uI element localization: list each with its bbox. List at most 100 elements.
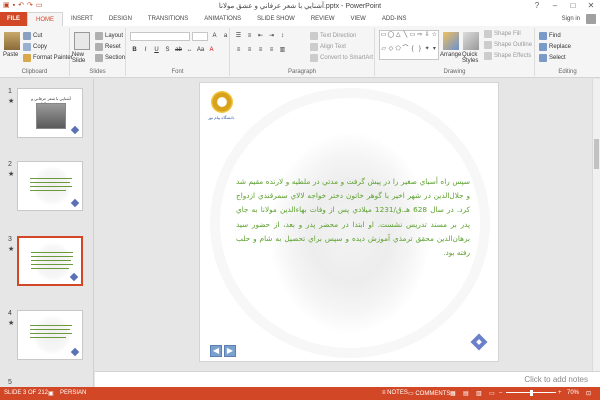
shape-icon[interactable]: ◇ xyxy=(387,45,394,59)
shape-icon[interactable]: ╲ xyxy=(402,31,409,45)
paste-icon[interactable] xyxy=(4,32,20,50)
vertical-scrollbar[interactable] xyxy=(592,79,600,371)
cut-button[interactable]: Cut xyxy=(23,32,42,40)
slide-thumbnail-panel[interactable]: 1 ★ آشنايي با شعر عرفاني و عشق مولانا 2 … xyxy=(0,79,94,387)
find-button[interactable]: Find xyxy=(539,32,561,40)
arrange-button[interactable]: Arrange xyxy=(440,52,461,58)
spellcheck-icon[interactable]: ▣ xyxy=(48,390,54,397)
slideshow-view-icon[interactable]: ▭ xyxy=(489,390,495,397)
shape-icon[interactable]: ☆ xyxy=(431,31,438,45)
new-slide-button[interactable]: New Slide xyxy=(72,52,94,64)
font-name-box[interactable] xyxy=(130,32,190,41)
shape-icon[interactable]: ▭ xyxy=(380,31,387,45)
spacing-icon[interactable]: ↔ xyxy=(185,46,194,55)
align-right-icon[interactable]: ≡ xyxy=(256,46,265,55)
decrease-indent-icon[interactable]: ⇤ xyxy=(256,32,265,41)
underline-icon[interactable]: U xyxy=(152,46,161,55)
thumbnail-slide-3[interactable] xyxy=(17,236,83,286)
shape-icon[interactable]: ▾ xyxy=(431,45,438,59)
zoom-slider-handle[interactable] xyxy=(530,390,533,396)
normal-view-icon[interactable]: ▦ xyxy=(450,390,456,397)
font-color-icon[interactable]: A xyxy=(207,46,216,55)
reset-button[interactable]: Reset xyxy=(95,43,121,51)
shape-icon[interactable]: ⇨ xyxy=(416,31,423,45)
tab-view[interactable]: VIEW xyxy=(343,12,374,26)
shape-icon[interactable]: ⇩ xyxy=(424,31,431,45)
new-slide-icon[interactable] xyxy=(74,32,90,50)
shape-icon[interactable]: ▭ xyxy=(409,31,416,45)
comments-button[interactable]: ▭ COMMENTS xyxy=(408,390,450,397)
paste-button[interactable]: Paste xyxy=(3,52,18,58)
shrink-font-icon[interactable]: a xyxy=(221,32,230,41)
tab-slide-show[interactable]: SLIDE SHOW xyxy=(249,12,303,26)
select-button[interactable]: Select xyxy=(539,54,566,62)
sign-in-link[interactable]: Sign in xyxy=(562,12,580,26)
font-size-box[interactable] xyxy=(192,32,208,41)
text-direction-button[interactable]: Text Direction xyxy=(310,32,356,40)
line-spacing-icon[interactable]: ↕ xyxy=(278,32,287,41)
reading-view-icon[interactable]: ▥ xyxy=(476,390,482,397)
thumbnail-slide-4[interactable] xyxy=(17,310,83,360)
shapes-gallery[interactable]: ▭ ◯ △ ╲ ▭ ⇨ ⇩ ☆ ▱ ◇ ⬠ ⌒{} ✦ ▾ xyxy=(379,30,439,60)
shape-icon[interactable]: △ xyxy=(395,31,402,45)
copy-button[interactable]: Copy xyxy=(23,43,47,51)
zoom-out-button[interactable]: – xyxy=(499,390,502,396)
strikethrough-icon[interactable]: ab xyxy=(174,46,183,55)
zoom-in-button[interactable]: + xyxy=(558,390,562,396)
align-center-icon[interactable]: ≡ xyxy=(245,46,254,55)
shape-icon[interactable]: ◯ xyxy=(387,31,395,45)
tab-animations[interactable]: ANIMATIONS xyxy=(196,12,249,26)
scrollbar-thumb[interactable] xyxy=(594,139,599,169)
align-left-icon[interactable]: ≡ xyxy=(234,46,243,55)
shape-fill-button[interactable]: Shape Fill xyxy=(484,30,521,38)
tab-transitions[interactable]: TRANSITIONS xyxy=(140,12,196,26)
shadow-icon[interactable]: S xyxy=(163,46,172,55)
bold-icon[interactable]: B xyxy=(130,46,139,55)
shape-icon[interactable]: ⬠ xyxy=(395,45,402,59)
shape-effects-button[interactable]: Shape Effects xyxy=(484,52,531,60)
zoom-level[interactable]: 70% xyxy=(567,390,579,396)
shape-icon[interactable]: ▱ xyxy=(380,45,387,59)
thumbnail-slide-2[interactable] xyxy=(17,161,83,211)
tab-review[interactable]: REVIEW xyxy=(303,12,343,26)
shape-icon[interactable]: ✦ xyxy=(424,45,431,59)
tab-add-ins[interactable]: ADD-INS xyxy=(374,12,415,26)
quick-styles-icon[interactable] xyxy=(463,32,479,50)
tab-insert[interactable]: INSERT xyxy=(63,12,101,26)
increase-indent-icon[interactable]: ⇥ xyxy=(267,32,276,41)
columns-icon[interactable]: ▥ xyxy=(278,46,287,55)
notes-pane[interactable]: Click to add notes xyxy=(95,371,600,387)
fit-slide-icon[interactable]: ⊡ xyxy=(586,390,591,397)
align-text-button[interactable]: Align Text xyxy=(310,43,346,51)
next-arrow-icon[interactable]: ▶ xyxy=(224,345,236,357)
help-button[interactable]: ? xyxy=(528,0,546,12)
justify-icon[interactable]: ≡ xyxy=(267,46,276,55)
maximize-button[interactable]: □ xyxy=(564,0,582,12)
replace-button[interactable]: Replace xyxy=(539,43,571,51)
format-painter-button[interactable]: Format Painter xyxy=(23,54,73,62)
tab-home[interactable]: HOME xyxy=(27,12,63,26)
quick-styles-button[interactable]: Quick Styles xyxy=(462,52,480,64)
convert-smartart-button[interactable]: Convert to SmartArt xyxy=(310,54,373,62)
layout-button[interactable]: Layout xyxy=(95,32,123,40)
grow-font-icon[interactable]: A xyxy=(210,32,219,41)
slide-body-text[interactable]: سپس راه أسباي صغير را در پيش گرفت و مدتي… xyxy=(236,175,470,260)
close-button[interactable]: ✕ xyxy=(582,0,600,12)
shape-outline-button[interactable]: Shape Outline xyxy=(484,41,532,49)
italic-icon[interactable]: I xyxy=(141,46,150,55)
language-indicator[interactable]: PERSIAN xyxy=(60,390,86,396)
minimize-button[interactable]: – xyxy=(546,0,564,12)
change-case-icon[interactable]: Aa xyxy=(196,46,205,55)
tab-design[interactable]: DESIGN xyxy=(101,12,140,26)
notes-button[interactable]: ≡ NOTES xyxy=(382,390,408,396)
section-button[interactable]: Section xyxy=(95,54,125,62)
shape-icon[interactable]: } xyxy=(416,45,423,59)
avatar[interactable] xyxy=(586,14,596,24)
current-slide[interactable]: دانشگاه پيام نور سپس راه أسباي صغير را د… xyxy=(199,82,499,362)
thumbnail-slide-1[interactable]: آشنايي با شعر عرفاني و عشق مولانا xyxy=(17,88,83,138)
shape-icon[interactable]: ⌒ xyxy=(402,45,409,59)
bullets-icon[interactable]: ☰ xyxy=(234,32,243,41)
tab-file[interactable]: FILE xyxy=(0,12,27,26)
arrange-icon[interactable] xyxy=(443,32,459,50)
shape-icon[interactable]: { xyxy=(409,45,416,59)
